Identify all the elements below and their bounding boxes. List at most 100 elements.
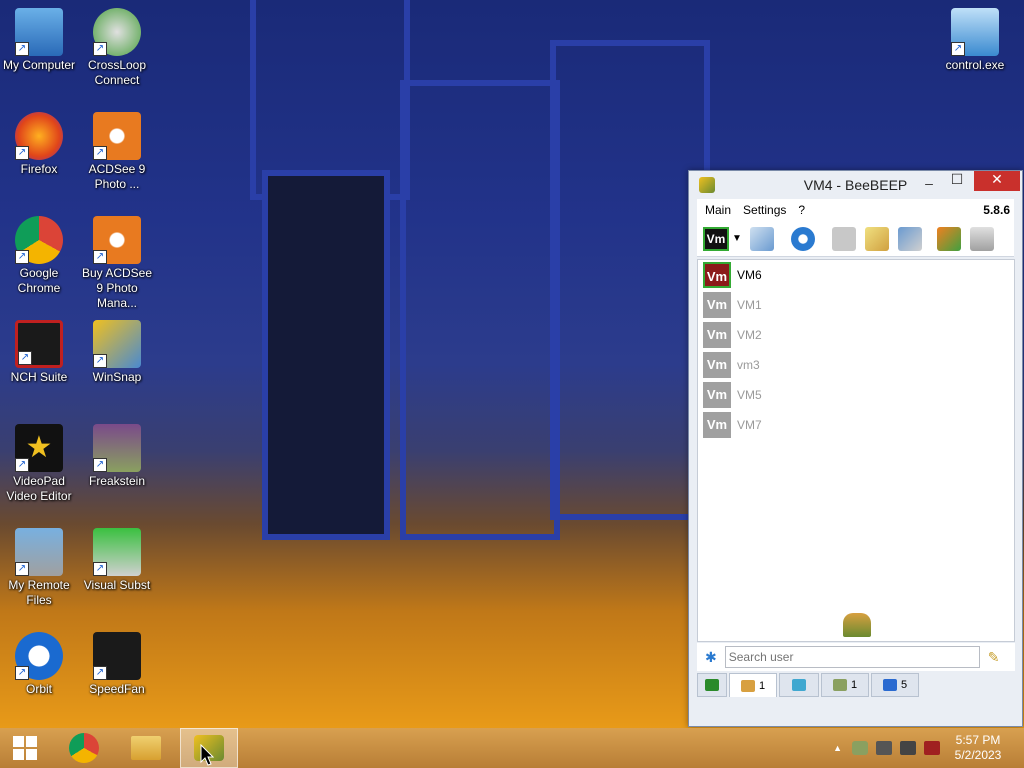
tab-groups[interactable]: 1 (821, 673, 869, 697)
gear-icon[interactable]: ✱ (705, 649, 717, 666)
menu-settings[interactable]: Settings (743, 203, 786, 217)
taskbar-chrome[interactable] (56, 728, 112, 768)
beebeep-window: VM4 - BeeBEEP – ☐ ✕ Main Settings ? 5.8.… (688, 170, 1023, 727)
window-title: VM4 - BeeBEEP (803, 177, 908, 193)
desktop-icon-label: SpeedFan (89, 682, 145, 696)
wallpaper-panel (550, 40, 710, 520)
tab-count: 1 (850, 679, 858, 691)
compose-icon[interactable] (864, 226, 889, 251)
windows-icon (13, 736, 37, 760)
user-row-vm5[interactable]: Vm VM5 (698, 380, 1014, 410)
clock[interactable]: 5:57 PM 5/2/2023 (948, 733, 1008, 763)
videopad-icon: ★ ↗ (15, 424, 63, 472)
freakstein-icon: ↗ (93, 424, 141, 472)
user-avatar: Vm (703, 322, 731, 348)
tab-home[interactable] (697, 673, 727, 697)
system-tray: ▲ 5:57 PM 5/2/2023 (833, 728, 1024, 768)
desktop-icon-acdsee[interactable]: ↗ ACDSee 9 Photo ... (78, 112, 156, 192)
user-row-vm2[interactable]: Vm VM2 (698, 320, 1014, 350)
user-row-vm3[interactable]: Vm vm3 (698, 350, 1014, 380)
user-row-vm1[interactable]: Vm VM1 (698, 290, 1014, 320)
wallpaper-panel (400, 80, 560, 540)
clock-date: 5/2/2023 (954, 748, 1002, 762)
crossloop-icon: ↗ (93, 8, 141, 56)
desktop-icon-freakstein[interactable]: ↗ Freakstein (78, 424, 156, 489)
volume-muted-icon[interactable] (924, 741, 940, 755)
desktop-icon-buy-acdsee[interactable]: ↗ Buy ACDSee 9 Photo Mana... (78, 216, 156, 311)
user-list: Vm VM6 Vm VM1 Vm VM2 Vm vm3 Vm VM5 Vm VM… (697, 259, 1015, 642)
computer-icon: ↗ (15, 8, 63, 56)
network-icon[interactable] (900, 741, 916, 755)
search-bar: ✱ ✎ (697, 643, 1015, 671)
show-hidden-icons-button[interactable]: ▲ (833, 743, 842, 753)
tab-files[interactable]: 5 (871, 673, 919, 697)
folder-icon (131, 736, 161, 760)
desktop-icon-chrome[interactable]: ↗ Google Chrome (0, 216, 78, 296)
user-avatar: Vm (703, 412, 731, 438)
status-badge[interactable]: Vm (703, 226, 729, 251)
trash-icon[interactable] (969, 226, 994, 251)
user-avatar: Vm (703, 262, 731, 288)
desktop-icon-my-computer[interactable]: ↗ My Computer (0, 8, 78, 73)
tab-users[interactable]: 1 (729, 673, 777, 697)
desktop-icon-orbit[interactable]: ↗ Orbit (0, 632, 78, 697)
tab-chats[interactable] (779, 673, 819, 697)
desktop-icon-label: Firefox (20, 162, 58, 176)
version-label: 5.8.6 (983, 203, 1010, 217)
mouse-cursor-icon (200, 744, 214, 766)
winsnap-icon: ↗ (93, 320, 141, 368)
inbox-icon[interactable] (831, 226, 856, 251)
desktop-icon-label: control.exe (945, 58, 1005, 72)
user-name: VM5 (737, 388, 762, 402)
user-avatar: Vm (703, 352, 731, 378)
desktop-icon-control-exe[interactable]: ↗ control.exe (936, 8, 1014, 73)
tab-count: 5 (900, 679, 908, 691)
share-icon[interactable] (936, 226, 961, 251)
desktop-icon-label: My Computer (2, 58, 76, 72)
clear-search-icon[interactable]: ✎ (988, 649, 1000, 666)
menu-main[interactable]: Main (705, 203, 731, 217)
nch-icon: ↗ (15, 320, 63, 368)
desktop-icon-winsnap[interactable]: ↗ WinSnap (78, 320, 156, 385)
files-icon (882, 679, 897, 691)
remote-files-icon: ↗ (15, 528, 63, 576)
tools-icon[interactable] (897, 226, 922, 251)
desktop-icon-label: CrossLoop Connect (87, 58, 147, 87)
user-row-vm6[interactable]: Vm VM6 (698, 260, 1014, 290)
desktop-icon-label: Buy ACDSee 9 Photo Mana... (81, 266, 153, 310)
users-group-icon (843, 613, 871, 637)
users-icon (740, 679, 755, 692)
maximize-button[interactable]: ☐ (942, 171, 972, 191)
control-panel-icon: ↗ (951, 8, 999, 56)
desktop-icon-nch-suite[interactable]: ↗ NCH Suite (0, 320, 78, 385)
menu-help[interactable]: ? (798, 203, 805, 217)
desktop-icon-label: VideoPad Video Editor (6, 474, 72, 503)
desktop-icon-label: Orbit (25, 682, 52, 696)
window-titlebar[interactable]: VM4 - BeeBEEP – ☐ ✕ (689, 171, 1022, 199)
taskbar-file-explorer[interactable] (118, 728, 174, 768)
acdsee-buy-icon: ↗ (93, 216, 141, 264)
desktop-icon-my-remote-files[interactable]: ↗ My Remote Files (0, 528, 78, 608)
search-user-input[interactable] (724, 646, 980, 668)
minimize-button[interactable]: – (914, 175, 944, 195)
desktop-icon-visual-subst[interactable]: ↗ Visual Subst (78, 528, 156, 593)
desktop-icon-speedfan[interactable]: ↗ SpeedFan (78, 632, 156, 697)
desktop-icon-crossloop[interactable]: ↗ CrossLoop Connect (78, 8, 156, 88)
wallpaper-window (262, 170, 390, 540)
tab-count: 1 (758, 679, 766, 692)
close-button[interactable]: ✕ (974, 171, 1020, 191)
taskbar: ▲ 5:57 PM 5/2/2023 (0, 728, 1024, 768)
orbit-icon: ↗ (15, 632, 63, 680)
user-row-vm7[interactable]: Vm VM7 (698, 410, 1014, 440)
start-button[interactable] (0, 728, 50, 768)
desktop-icon-label: Freakstein (88, 474, 146, 488)
network-icon[interactable] (790, 226, 815, 251)
desktop-icon-label: WinSnap (92, 370, 142, 384)
chevron-down-icon[interactable]: ▼ (732, 233, 742, 244)
desktop-icon-firefox[interactable]: ↗ Firefox (0, 112, 78, 177)
edit-profile-icon[interactable] (749, 226, 774, 251)
printer-icon[interactable] (876, 741, 892, 755)
desktop-icon-videopad[interactable]: ★ ↗ VideoPad Video Editor (0, 424, 78, 504)
desktop-icon-label: My Remote Files (8, 578, 70, 607)
beebeep-tray-icon[interactable] (852, 741, 868, 755)
